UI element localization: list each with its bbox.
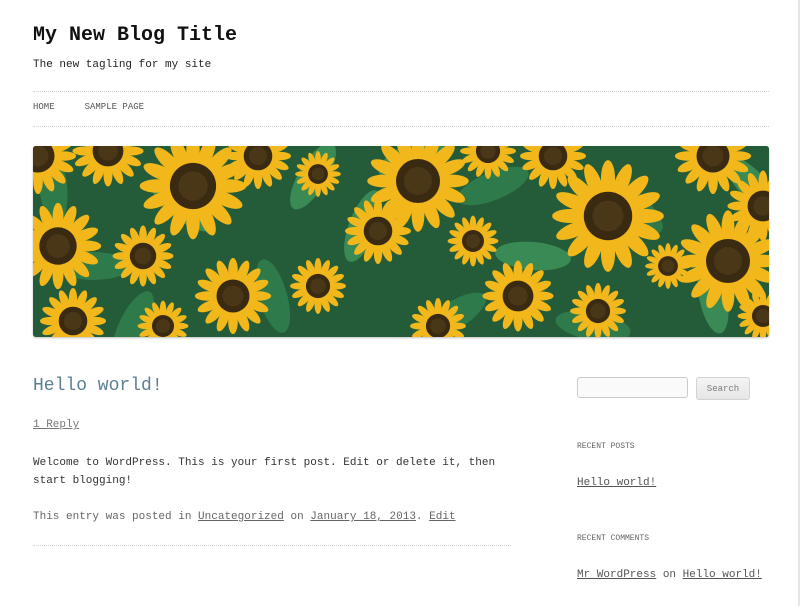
recent-post-item: Hello world! [577,477,656,489]
comment-post-link[interactable]: Hello world! [683,569,762,581]
flower-center-inner [178,171,208,201]
nav-item-home[interactable]: HOME [33,102,55,112]
post-title[interactable]: Hello world! [33,376,163,396]
date-link[interactable]: January 18, 2013 [310,511,416,523]
comment-author-link[interactable]: Mr WordPress [577,569,656,581]
flower-center-inner [156,319,170,333]
search-button[interactable]: Search [696,377,750,400]
main-navigation: HOME SAMPLE PAGE [33,102,144,112]
nav-divider-top [33,91,769,92]
site-tagline: The new tagling for my site [33,59,212,71]
flower-center-inner [222,285,244,307]
comment-on-text: on [662,569,677,581]
meta-prefix: This entry was posted in [33,511,192,523]
flower-center-inner [63,311,83,331]
flower-center-inner [466,234,480,248]
flower-center-inner [404,167,432,195]
meta-separator: . [415,511,423,523]
flower-center-inner [134,247,152,265]
category-link[interactable]: Uncategorized [198,511,284,523]
recent-comments-heading: RECENT COMMENTS [577,534,650,543]
nav-item-sample-page[interactable]: SAMPLE PAGE [85,102,144,112]
post-entry-meta: This entry was posted in Uncategorized o… [33,511,456,523]
flower-center-inner [46,234,70,258]
flower-center-inner [310,278,326,294]
post-divider [33,545,511,546]
site-title[interactable]: My New Blog Title [33,24,237,47]
sunflower-field-image [33,146,769,337]
recent-posts-heading: RECENT POSTS [577,442,635,451]
meta-on: on [290,511,304,523]
flower-center-inner [590,303,606,319]
flower-center-inner [430,318,446,334]
nav-divider-bottom [33,126,769,127]
recent-post-link[interactable]: Hello world! [577,477,656,489]
header-banner-image [33,146,769,337]
flower-center-inner [248,146,268,166]
flower-center-inner [508,286,528,306]
post-content: Welcome to WordPress. This is your first… [33,457,496,487]
flower-center-inner [311,167,325,181]
flower-center-inner [661,259,675,273]
search-input[interactable] [577,377,688,398]
edit-link[interactable]: Edit [429,511,455,523]
flower-center-inner [592,200,624,232]
flower-center-inner [368,221,388,241]
flower-center-inner [702,146,724,167]
flower-center-inner [543,146,563,166]
flower-center-inner [714,247,742,275]
reply-link[interactable]: 1 Reply [33,419,79,431]
recent-comment-item: Mr WordPress on Hello world! [577,569,762,581]
